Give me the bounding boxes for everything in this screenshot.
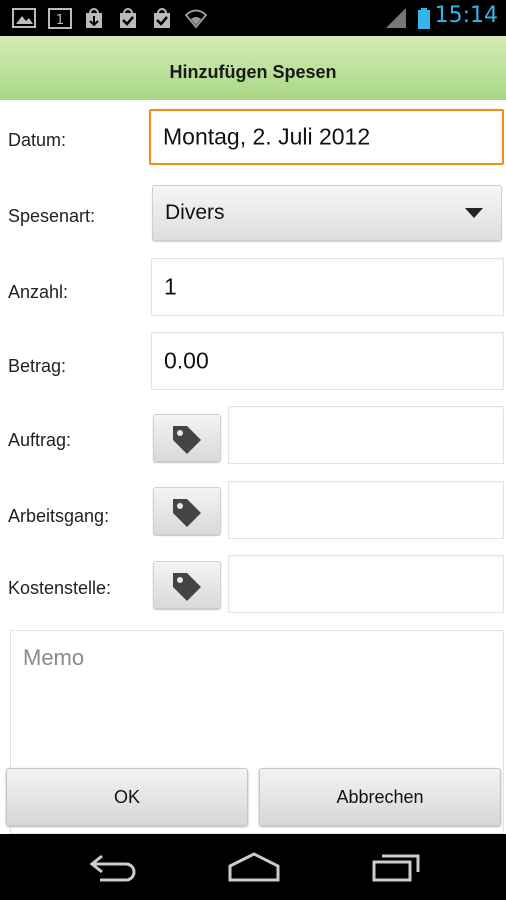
kostenstelle-select-button[interactable] [153, 561, 221, 609]
betrag-label: Betrag: [8, 356, 67, 376]
expense-type-dropdown[interactable]: Divers [152, 185, 502, 241]
wifi-icon [184, 9, 208, 29]
quantity-value: 1 [164, 273, 177, 300]
auftrag-field[interactable] [228, 406, 504, 464]
cancel-button[interactable]: Abbrechen [259, 768, 501, 826]
download-icon [86, 8, 102, 28]
arbeitsgang-field[interactable] [228, 481, 504, 539]
recent-apps-icon[interactable] [370, 850, 422, 884]
expense-type-value: Divers [165, 201, 225, 224]
tag-icon [173, 573, 201, 601]
gallery-icon [12, 8, 36, 28]
tag-icon [173, 499, 201, 527]
quantity-field[interactable]: 1 [151, 258, 504, 316]
kostenstelle-label: Kostenstelle: [8, 578, 112, 598]
navigation-bar [0, 834, 506, 900]
expense-form: Datum: Montag, 2. Juli 2012 Spesenart: D… [0, 100, 506, 834]
arbeitsgang-label: Arbeitsgang: [8, 506, 110, 526]
calendar-icon: 1 [48, 8, 72, 29]
anzahl-label: Anzahl: [8, 282, 69, 302]
datum-label: Datum: [8, 130, 67, 150]
amount-field[interactable]: 0.00 [151, 332, 504, 390]
clock: 15:14 [434, 3, 498, 28]
svg-text:1: 1 [56, 13, 64, 28]
arbeitsgang-select-button[interactable] [153, 487, 221, 535]
page-title: Hinzufügen Spesen [169, 62, 337, 82]
home-icon[interactable] [226, 850, 282, 884]
dropdown-arrow-icon [465, 208, 483, 218]
auftrag-select-button[interactable] [153, 414, 221, 462]
date-field[interactable]: Montag, 2. Juli 2012 [149, 109, 504, 165]
date-value: Montag, 2. Juli 2012 [163, 123, 371, 150]
title-bar: Hinzufügen Spesen [0, 36, 506, 100]
kostenstelle-field[interactable] [228, 555, 504, 613]
shopping-bag-icon [120, 8, 136, 28]
back-icon[interactable] [88, 850, 140, 884]
memo-placeholder: Memo [23, 645, 85, 670]
status-bar: 1 15:14 [0, 0, 506, 36]
shopping-bag-check-icon [154, 8, 170, 28]
amount-value: 0.00 [164, 347, 209, 374]
spesenart-label: Spesenart: [8, 206, 96, 226]
ok-button[interactable]: OK [6, 768, 248, 826]
battery-icon [418, 8, 430, 29]
signal-icon [386, 8, 406, 28]
tag-icon [173, 426, 201, 454]
auftrag-label: Auftrag: [8, 430, 72, 450]
